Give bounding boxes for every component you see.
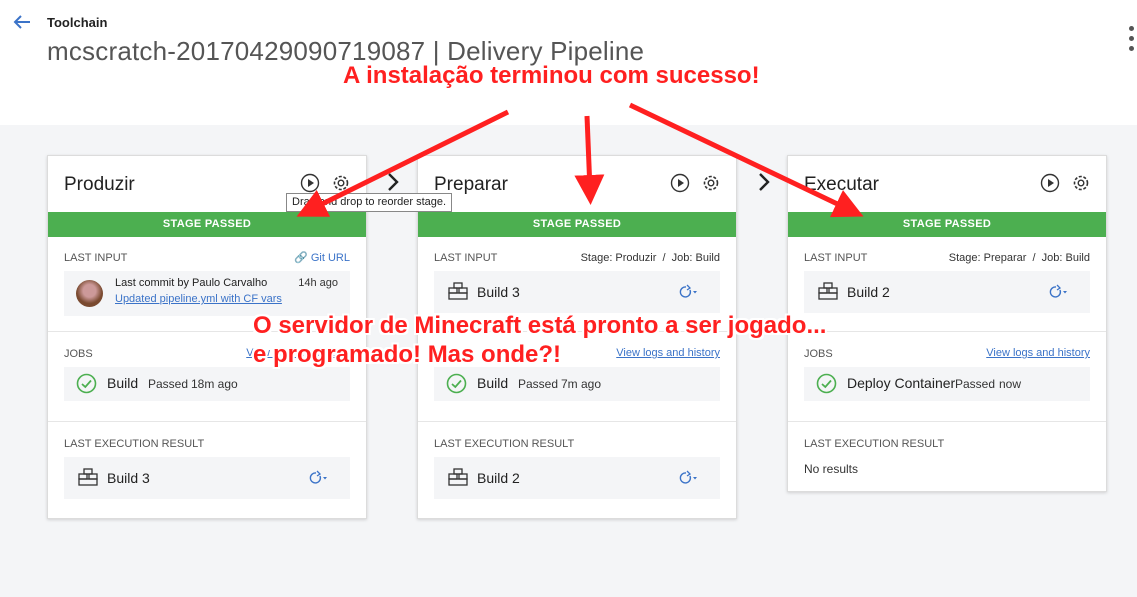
last-input-label: LAST INPUT — [804, 252, 868, 264]
jobs-section: JOBS View logs and history Deploy Contai… — [788, 332, 1106, 422]
gear-icon[interactable] — [1071, 173, 1091, 193]
deploy-menu-icon[interactable] — [678, 284, 698, 300]
last-input-label: LAST INPUT — [434, 252, 498, 264]
job-name: Deploy Container — [847, 375, 956, 391]
input-build-tile[interactable]: Build 3 — [434, 271, 720, 313]
stage-status-badge: STAGE PASSED — [418, 212, 736, 237]
result-tile[interactable]: Build 3 — [64, 457, 350, 499]
job-name: Build — [107, 375, 139, 391]
job-tile[interactable]: Deploy Container Passed now — [804, 367, 1090, 401]
chevron-right-icon — [759, 173, 770, 191]
job-tile[interactable]: Build Passed 18m ago — [64, 367, 350, 401]
stage-card-executar[interactable]: Executar STAGE PASSED LAST INPUT Stage: … — [787, 155, 1107, 492]
build-icon — [78, 468, 98, 486]
annotation-success: A instalação terminou com sucesso! — [343, 62, 760, 89]
commit-message-link[interactable]: Updated pipeline.yml with CF vars — [115, 293, 282, 305]
gear-icon[interactable] — [331, 173, 351, 193]
check-icon — [76, 373, 97, 394]
input-build-label: Build 2 — [847, 284, 890, 300]
build-icon — [448, 282, 468, 300]
result-build-label: Build 3 — [107, 470, 150, 486]
job-name: Build — [477, 375, 509, 391]
deploy-menu-icon[interactable] — [678, 470, 698, 486]
result-build-label: Build 2 — [477, 470, 520, 486]
jobs-label: JOBS — [64, 348, 93, 360]
check-icon — [446, 373, 467, 394]
input-build-tile[interactable]: Build 2 — [804, 271, 1090, 313]
view-logs-link[interactable]: View logs and history — [616, 347, 720, 359]
last-result-section: LAST EXECUTION RESULT No results — [788, 422, 1106, 492]
job-status: Passed — [148, 377, 189, 391]
job-tile[interactable]: Build Passed 7m ago — [434, 367, 720, 401]
chevron-right-icon — [388, 173, 399, 191]
stage-header: Preparar — [418, 156, 736, 212]
avatar — [76, 280, 103, 307]
breadcrumb[interactable]: Toolchain — [47, 15, 107, 30]
job-status: Passed — [955, 377, 996, 391]
no-results-text: No results — [804, 462, 859, 476]
last-result-section: LAST EXECUTION RESULT Build 2 — [418, 422, 736, 518]
annotation-where: e programado! Mas onde?! — [253, 341, 562, 368]
commit-tile: Last commit by Paulo Carvalho 14h ago Up… — [64, 271, 350, 316]
last-input-section: LAST INPUT Stage: Preparar / Job: Build … — [788, 237, 1106, 332]
annotation-server-ready: O servidor de Minecraft está pronto a se… — [253, 312, 827, 339]
jobs-label: JOBS — [804, 348, 833, 360]
back-arrow-icon[interactable] — [12, 12, 32, 32]
run-stage-icon[interactable] — [670, 173, 690, 193]
deploy-menu-icon[interactable] — [1048, 284, 1068, 300]
job-time: 18m ago — [191, 377, 238, 391]
result-tile[interactable]: Build 2 — [434, 457, 720, 499]
input-source: Stage: Preparar / Job: Build — [948, 252, 1090, 264]
git-url-link[interactable]: 🔗 Git URL — [294, 251, 350, 264]
view-logs-link[interactable]: View logs and history — [986, 347, 1090, 359]
gear-icon[interactable] — [701, 173, 721, 193]
job-time: 7m ago — [561, 377, 602, 391]
build-icon — [448, 468, 468, 486]
job-status: Passed — [518, 377, 559, 391]
build-icon — [818, 282, 838, 300]
stage-status-badge: STAGE PASSED — [48, 212, 366, 237]
stage-header: Executar — [788, 156, 1106, 212]
stage-name: Produzir — [64, 174, 135, 195]
last-result-label: LAST EXECUTION RESULT — [64, 438, 205, 450]
check-icon — [816, 373, 837, 394]
stage-status-badge: STAGE PASSED — [788, 212, 1106, 237]
input-build-label: Build 3 — [477, 284, 520, 300]
last-result-section: LAST EXECUTION RESULT Build 3 — [48, 422, 366, 518]
link-icon: 🔗 — [294, 252, 308, 264]
commit-time: 14h ago — [298, 277, 338, 289]
last-result-label: LAST EXECUTION RESULT — [434, 438, 575, 450]
last-input-label: LAST INPUT — [64, 252, 128, 264]
overflow-menu-icon[interactable] — [1127, 26, 1137, 56]
run-stage-icon[interactable] — [300, 173, 320, 193]
run-stage-icon[interactable] — [1040, 173, 1060, 193]
stage-name: Executar — [804, 174, 879, 195]
input-source: Stage: Produzir / Job: Build — [580, 252, 720, 264]
job-time: now — [999, 377, 1022, 391]
commit-author: Last commit by Paulo Carvalho — [115, 277, 268, 289]
reorder-tooltip: Drag and drop to reorder stage. — [286, 193, 453, 212]
deploy-menu-icon[interactable] — [308, 470, 328, 486]
last-result-label: LAST EXECUTION RESULT — [804, 438, 945, 450]
